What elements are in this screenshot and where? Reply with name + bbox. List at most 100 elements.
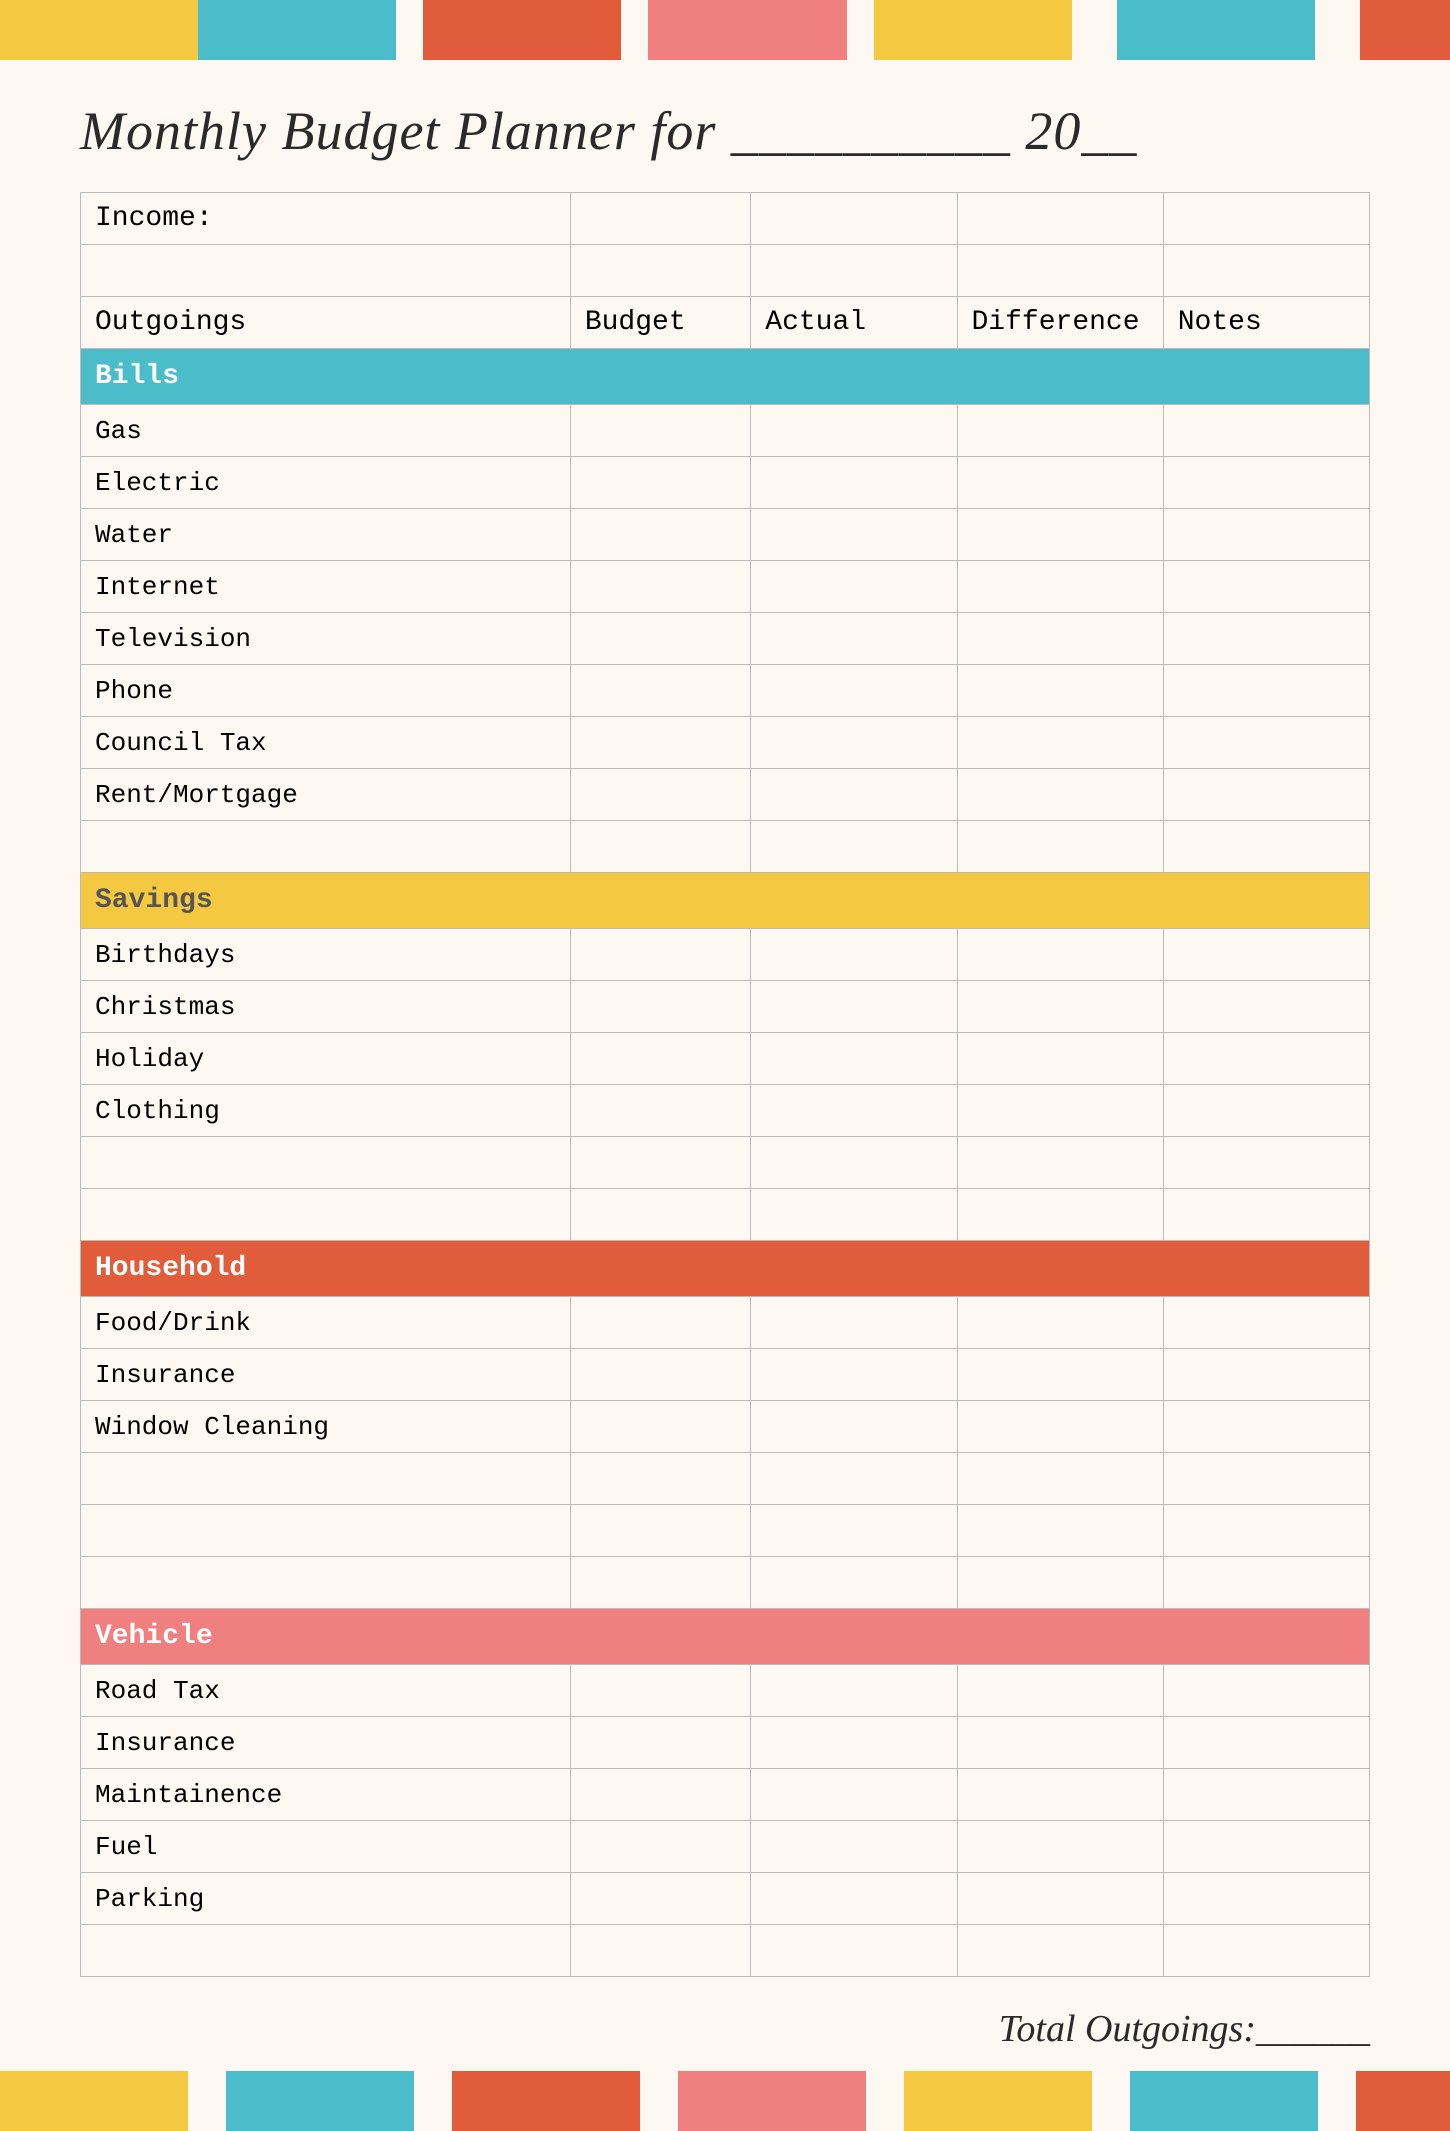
bills-gas-actual[interactable] [751, 405, 957, 457]
household-window-cleaning-actual[interactable] [751, 1401, 957, 1453]
household-window-cleaning-row: Window Cleaning [81, 1401, 1370, 1453]
outgoings-label: Outgoings [81, 297, 571, 349]
vehicle-road-tax-notes[interactable] [1163, 1665, 1369, 1717]
bills-electric-label: Electric [81, 457, 571, 509]
savings-holiday-actual[interactable] [751, 1033, 957, 1085]
bills-internet-row: Internet [81, 561, 1370, 613]
bills-gas-notes[interactable] [1163, 405, 1369, 457]
bills-television-budget[interactable] [570, 613, 750, 665]
bills-water-actual[interactable] [751, 509, 957, 561]
bills-internet-budget[interactable] [570, 561, 750, 613]
vehicle-fuel-actual[interactable] [751, 1821, 957, 1873]
household-food-label: Food/Drink [81, 1297, 571, 1349]
household-window-cleaning-notes[interactable] [1163, 1401, 1369, 1453]
bills-phone-actual[interactable] [751, 665, 957, 717]
income-notes[interactable] [1163, 193, 1369, 245]
savings-christmas-notes[interactable] [1163, 981, 1369, 1033]
bills-water-budget[interactable] [570, 509, 750, 561]
bills-electric-notes[interactable] [1163, 457, 1369, 509]
bills-electric-budget[interactable] [570, 457, 750, 509]
vehicle-maintenance-actual[interactable] [751, 1769, 957, 1821]
vehicle-insurance-actual[interactable] [751, 1717, 957, 1769]
vehicle-maintenance-budget[interactable] [570, 1769, 750, 1821]
vehicle-maintenance-row: Maintainence [81, 1769, 1370, 1821]
vehicle-insurance-difference[interactable] [957, 1717, 1163, 1769]
vehicle-parking-actual[interactable] [751, 1873, 957, 1925]
vehicle-fuel-difference[interactable] [957, 1821, 1163, 1873]
savings-empty-row-2 [81, 1189, 1370, 1241]
household-insurance-notes[interactable] [1163, 1349, 1369, 1401]
savings-birthdays-notes[interactable] [1163, 929, 1369, 981]
bills-council-tax-notes[interactable] [1163, 717, 1369, 769]
income-actual[interactable] [751, 193, 957, 245]
bills-phone-budget[interactable] [570, 665, 750, 717]
bills-council-tax-difference[interactable] [957, 717, 1163, 769]
bills-rent-notes[interactable] [1163, 769, 1369, 821]
bills-television-difference[interactable] [957, 613, 1163, 665]
income-budget[interactable] [570, 193, 750, 245]
savings-birthdays-actual[interactable] [751, 929, 957, 981]
bills-council-tax-label: Council Tax [81, 717, 571, 769]
household-empty-row-1 [81, 1453, 1370, 1505]
household-food-notes[interactable] [1163, 1297, 1369, 1349]
bills-council-tax-actual[interactable] [751, 717, 957, 769]
household-insurance-actual[interactable] [751, 1349, 957, 1401]
bar-yellow-2 [874, 0, 1072, 60]
top-color-bar [0, 0, 1450, 60]
vehicle-road-tax-label: Road Tax [81, 1665, 571, 1717]
bills-water-notes[interactable] [1163, 509, 1369, 561]
savings-holiday-difference[interactable] [957, 1033, 1163, 1085]
bills-water-difference[interactable] [957, 509, 1163, 561]
vehicle-road-tax-difference[interactable] [957, 1665, 1163, 1717]
savings-christmas-budget[interactable] [570, 981, 750, 1033]
savings-clothing-difference[interactable] [957, 1085, 1163, 1137]
household-food-difference[interactable] [957, 1297, 1163, 1349]
bills-electric-actual[interactable] [751, 457, 957, 509]
savings-birthdays-difference[interactable] [957, 929, 1163, 981]
savings-clothing-notes[interactable] [1163, 1085, 1369, 1137]
household-insurance-budget[interactable] [570, 1349, 750, 1401]
savings-holiday-notes[interactable] [1163, 1033, 1369, 1085]
bills-internet-actual[interactable] [751, 561, 957, 613]
income-label: Income: [81, 193, 571, 245]
bills-phone-difference[interactable] [957, 665, 1163, 717]
vehicle-insurance-notes[interactable] [1163, 1717, 1369, 1769]
household-food-actual[interactable] [751, 1297, 957, 1349]
household-food-row: Food/Drink [81, 1297, 1370, 1349]
vehicle-fuel-budget[interactable] [570, 1821, 750, 1873]
household-empty-row-2 [81, 1505, 1370, 1557]
vehicle-parking-notes[interactable] [1163, 1873, 1369, 1925]
bills-gas-budget[interactable] [570, 405, 750, 457]
income-difference[interactable] [957, 193, 1163, 245]
vehicle-maintenance-difference[interactable] [957, 1769, 1163, 1821]
savings-christmas-difference[interactable] [957, 981, 1163, 1033]
bills-internet-notes[interactable] [1163, 561, 1369, 613]
savings-christmas-actual[interactable] [751, 981, 957, 1033]
vehicle-fuel-notes[interactable] [1163, 1821, 1369, 1873]
savings-birthdays-budget[interactable] [570, 929, 750, 981]
bills-internet-difference[interactable] [957, 561, 1163, 613]
household-window-cleaning-budget[interactable] [570, 1401, 750, 1453]
bills-television-actual[interactable] [751, 613, 957, 665]
vehicle-parking-budget[interactable] [570, 1873, 750, 1925]
household-food-budget[interactable] [570, 1297, 750, 1349]
vehicle-road-tax-actual[interactable] [751, 1665, 957, 1717]
savings-holiday-budget[interactable] [570, 1033, 750, 1085]
bills-gas-difference[interactable] [957, 405, 1163, 457]
vehicle-road-tax-budget[interactable] [570, 1665, 750, 1717]
bills-electric-difference[interactable] [957, 457, 1163, 509]
vehicle-insurance-budget[interactable] [570, 1717, 750, 1769]
savings-clothing-budget[interactable] [570, 1085, 750, 1137]
household-window-cleaning-difference[interactable] [957, 1401, 1163, 1453]
bills-council-tax-budget[interactable] [570, 717, 750, 769]
bills-phone-notes[interactable] [1163, 665, 1369, 717]
savings-clothing-actual[interactable] [751, 1085, 957, 1137]
vehicle-parking-difference[interactable] [957, 1873, 1163, 1925]
bills-rent-budget[interactable] [570, 769, 750, 821]
bills-rent-difference[interactable] [957, 769, 1163, 821]
bot-gap-1 [188, 2071, 226, 2131]
bills-rent-actual[interactable] [751, 769, 957, 821]
household-insurance-difference[interactable] [957, 1349, 1163, 1401]
bills-television-notes[interactable] [1163, 613, 1369, 665]
vehicle-maintenance-notes[interactable] [1163, 1769, 1369, 1821]
